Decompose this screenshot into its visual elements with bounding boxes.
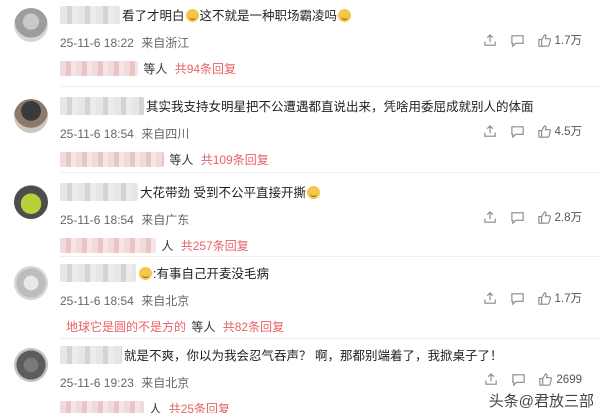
- comment-icon[interactable]: [510, 291, 525, 306]
- reply-summary[interactable]: 等人 共94条回复: [60, 60, 236, 78]
- reply-who: 等人: [191, 320, 216, 334]
- like-button[interactable]: 2.8万: [537, 209, 583, 225]
- username-blurred[interactable]: [60, 264, 136, 282]
- reply-summary[interactable]: 等人 共109条回复: [60, 151, 269, 169]
- cry-emoji-icon: [338, 9, 352, 22]
- comment-text: 其实我支持女明星把不公遭遇都直说出来，凭啥用委屈成就别人的体面: [146, 100, 534, 114]
- reply-count-link[interactable]: 共109条回复: [201, 153, 269, 167]
- like-button[interactable]: 1.7万: [537, 290, 583, 306]
- comment-text: 就是不爽，你以为我会忍气吞声？ 啊，那都别端着了，我掀桌子了！: [124, 349, 503, 363]
- comment-text-part1: 看了才明白: [122, 9, 185, 23]
- avatar[interactable]: [14, 348, 48, 382]
- laugh-cry-emoji-icon: [185, 9, 199, 22]
- comment-text-body: 大花带劲 受到不公平直接开撕: [140, 186, 306, 200]
- like-count: 2.8万: [554, 212, 583, 224]
- comment-text: :有事自己开麦没毛病: [138, 266, 269, 282]
- comment-actions: 1.7万: [483, 290, 583, 306]
- reply-who: 等人: [143, 62, 168, 76]
- comment-text-body: :有事自己开麦没毛病: [153, 267, 269, 281]
- comment-icon[interactable]: [510, 33, 525, 48]
- reply-summary[interactable]: 人 共25条回复: [60, 400, 230, 413]
- like-icon: [537, 210, 551, 224]
- reply-who: 人: [161, 239, 174, 253]
- comment-date: 25-11-6 19:23: [60, 376, 134, 390]
- reply-summary[interactable]: 地球它是圆的不是方的 等人 共82条回复: [66, 318, 284, 336]
- divider: [60, 256, 600, 257]
- like-button[interactable]: 2699: [538, 372, 582, 387]
- comment-location: 来自北京: [141, 294, 190, 308]
- like-icon: [537, 291, 551, 305]
- comment-meta: 25-11-6 18:22 来自浙江: [60, 34, 193, 51]
- laugh-emoji-icon: [306, 186, 320, 199]
- comment-icon[interactable]: [511, 372, 526, 387]
- comment-text: 大花带劲 受到不公平直接开撕: [140, 185, 321, 201]
- share-icon[interactable]: [483, 291, 498, 306]
- like-count: 1.7万: [554, 35, 583, 47]
- comment-icon[interactable]: [510, 210, 525, 225]
- like-count: 4.5万: [554, 126, 583, 138]
- reply-count-link[interactable]: 共82条回复: [223, 320, 284, 334]
- comment-actions: 2699: [484, 372, 582, 387]
- reply-users-blurred: [60, 152, 164, 167]
- like-icon: [537, 33, 551, 47]
- avatar[interactable]: [14, 185, 48, 219]
- comment-location: 来自北京: [141, 376, 190, 390]
- comment-item: 看了才明白 这不就是一种职场霸凌吗 25-11-6 18:22 来自浙江 1.7万…: [0, 0, 600, 82]
- comment-date: 25-11-6 18:22: [60, 36, 134, 50]
- username-blurred[interactable]: [60, 346, 122, 364]
- comment-location: 来自浙江: [141, 36, 190, 50]
- share-icon[interactable]: [484, 372, 499, 387]
- username-blurred[interactable]: [60, 6, 120, 24]
- like-button[interactable]: 4.5万: [537, 123, 583, 139]
- watermark: 头条@君放三部: [488, 393, 594, 410]
- username-blurred[interactable]: [60, 183, 138, 201]
- share-icon[interactable]: [483, 33, 498, 48]
- reply-count-link[interactable]: 共94条回复: [175, 62, 236, 76]
- comment-meta: 25-11-6 18:54 来自广东: [60, 211, 193, 228]
- comment-location: 来自广东: [141, 213, 190, 227]
- reply-users-blurred: [60, 401, 144, 413]
- like-count: 2699: [556, 373, 582, 386]
- comment-text-part2: 这不就是一种职场霸凌吗: [199, 9, 338, 23]
- like-count: 1.7万: [554, 293, 583, 305]
- comment-actions: 4.5万: [483, 123, 583, 139]
- reply-who: 人: [149, 402, 162, 413]
- reply-users-blurred: [60, 61, 138, 76]
- comment-date: 25-11-6 18:54: [60, 294, 134, 308]
- comment-item: :有事自己开麦没毛病 25-11-6 18:54 来自北京 1.7万 地球它是圆…: [0, 258, 600, 340]
- comment-meta: 25-11-6 19:23 来自北京: [60, 374, 193, 391]
- comment-actions: 1.7万: [483, 32, 583, 48]
- like-icon: [539, 373, 553, 386]
- reply-who: 等人: [169, 153, 194, 167]
- divider: [60, 172, 600, 173]
- comment-text: 看了才明白 这不就是一种职场霸凌吗: [122, 8, 352, 24]
- face-emoji-icon: [139, 267, 152, 280]
- comment-item: 大花带劲 受到不公平直接开撕 25-11-6 18:54 来自广东 2.8万 人…: [0, 177, 600, 259]
- reply-count-link[interactable]: 共257条回复: [181, 239, 249, 253]
- comment-item: 其实我支持女明星把不公遭遇都直说出来，凭啥用委屈成就别人的体面 25-11-6 …: [0, 91, 600, 173]
- comment-actions: 2.8万: [483, 209, 583, 225]
- reply-user-name[interactable]: 地球它是圆的不是方的: [66, 320, 186, 334]
- divider: [60, 338, 600, 339]
- share-icon[interactable]: [483, 124, 498, 139]
- avatar[interactable]: [14, 266, 48, 300]
- username-blurred[interactable]: [60, 97, 144, 115]
- like-icon: [537, 124, 551, 138]
- avatar[interactable]: [14, 99, 48, 133]
- comment-icon[interactable]: [510, 124, 525, 139]
- avatar[interactable]: [14, 8, 48, 42]
- comment-location: 来自四川: [141, 127, 190, 141]
- comment-date: 25-11-6 18:54: [60, 127, 134, 141]
- comment-meta: 25-11-6 18:54 来自北京: [60, 292, 193, 309]
- reply-users-blurred: [60, 238, 156, 253]
- reply-count-link[interactable]: 共25条回复: [169, 402, 230, 413]
- reply-summary[interactable]: 人 共257条回复: [60, 237, 249, 255]
- comment-list: 看了才明白 这不就是一种职场霸凌吗 25-11-6 18:22 来自浙江 1.7万…: [0, 0, 600, 413]
- comment-date: 25-11-6 18:54: [60, 213, 134, 227]
- comment-meta: 25-11-6 18:54 来自四川: [60, 125, 193, 142]
- like-button[interactable]: 1.7万: [537, 32, 583, 48]
- share-icon[interactable]: [483, 210, 498, 225]
- divider: [60, 86, 600, 87]
